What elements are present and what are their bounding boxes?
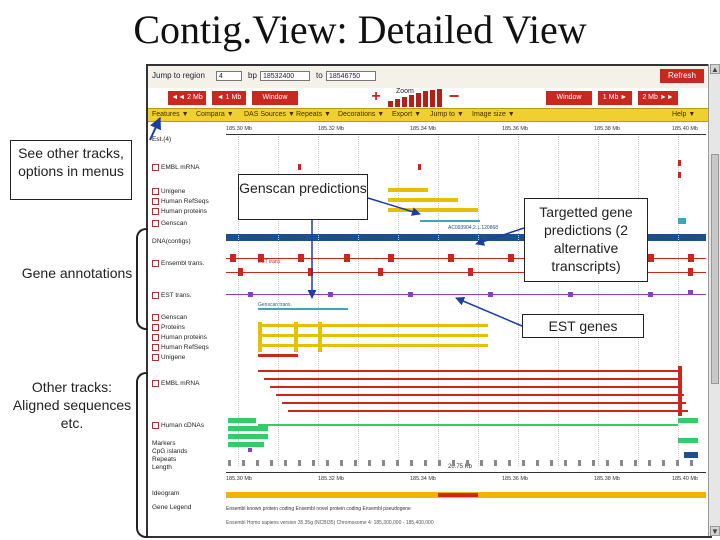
arrow-to-targetted (475, 227, 525, 246)
arrow-to-est (455, 297, 523, 327)
arrow-to-menu (149, 116, 161, 141)
callout-arrows (149, 116, 525, 327)
arrow-to-genscan (367, 197, 421, 216)
